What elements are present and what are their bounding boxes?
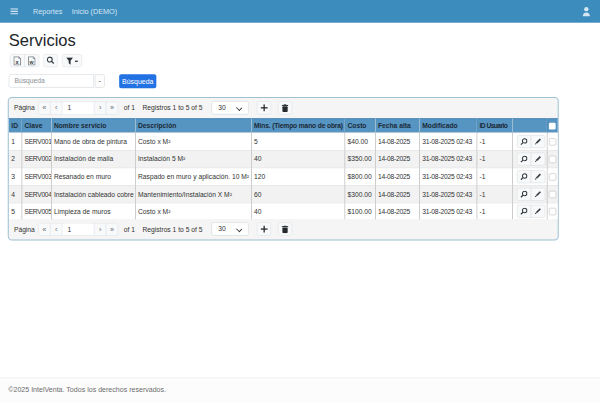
- svg-text:x: x: [16, 59, 20, 65]
- svg-text:w: w: [29, 59, 35, 65]
